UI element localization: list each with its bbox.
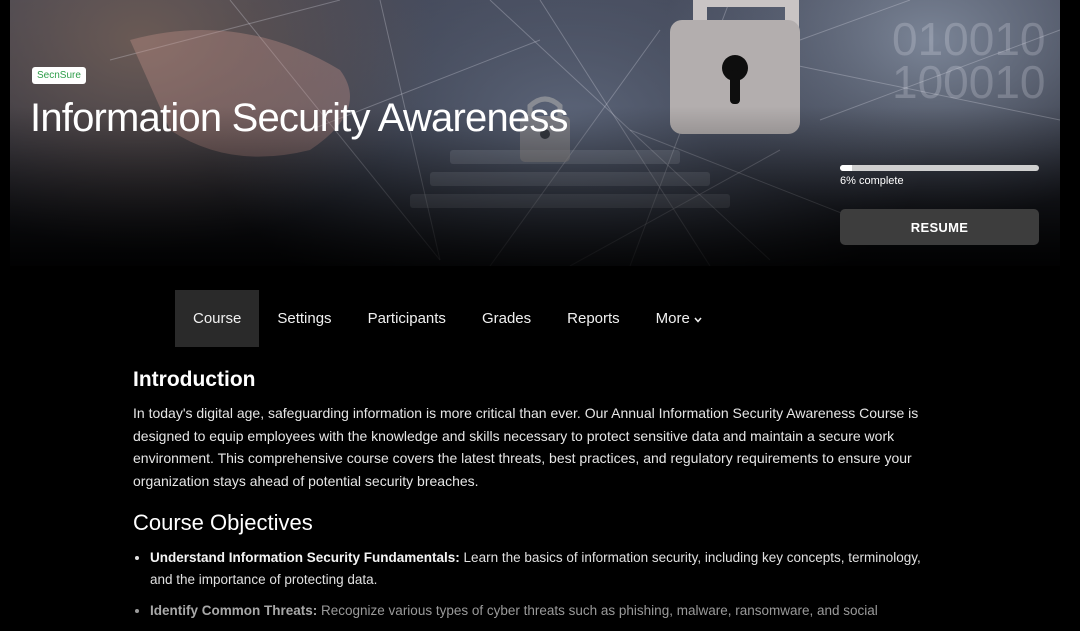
tab-more[interactable]: More <box>638 290 720 347</box>
course-progress-fill <box>840 165 852 171</box>
course-progress-bar <box>840 165 1039 171</box>
objective-text: Recognize various types of cyber threats… <box>317 603 878 618</box>
resume-button[interactable]: RESUME <box>840 209 1039 245</box>
tab-reports[interactable]: Reports <box>549 290 638 347</box>
tab-settings[interactable]: Settings <box>259 290 349 347</box>
tab-participants-label: Participants <box>367 310 446 327</box>
tab-course[interactable]: Course <box>175 290 260 347</box>
objectives-heading: Course Objectives <box>133 510 313 535</box>
tab-participants[interactable]: Participants <box>350 290 464 347</box>
tab-grades-label: Grades <box>481 310 532 327</box>
tab-settings-label: Settings <box>277 310 332 327</box>
intro-heading: Introduction <box>133 368 256 391</box>
course-hero-banner: 010010 100010 SecnSure Information Secur… <box>10 0 1060 266</box>
objective-title: Identify Common Threats: <box>150 603 318 618</box>
objective-title: Understand Information Security Fundamen… <box>150 550 460 565</box>
tab-grades[interactable]: Grades <box>464 290 549 347</box>
objectives-list: Understand Information Security Fundamen… <box>133 547 943 622</box>
tab-reports-label: Reports <box>567 310 620 327</box>
tab-more-label: More <box>655 310 690 327</box>
course-title: Information Security Awareness <box>30 96 569 140</box>
course-progress-label: 6% complete <box>840 175 904 187</box>
intro-paragraph: In today's digital age, safeguarding inf… <box>133 405 919 489</box>
tab-course-label: Course <box>193 310 242 327</box>
course-nav-tabs: Course Settings Participants Grades Repo… <box>175 290 720 347</box>
chevron-down-icon <box>694 315 702 325</box>
list-item: Understand Information Security Fundamen… <box>150 547 943 591</box>
course-content: Introduction In today's digital age, saf… <box>133 368 943 631</box>
brand-badge: SecnSure <box>32 67 86 84</box>
